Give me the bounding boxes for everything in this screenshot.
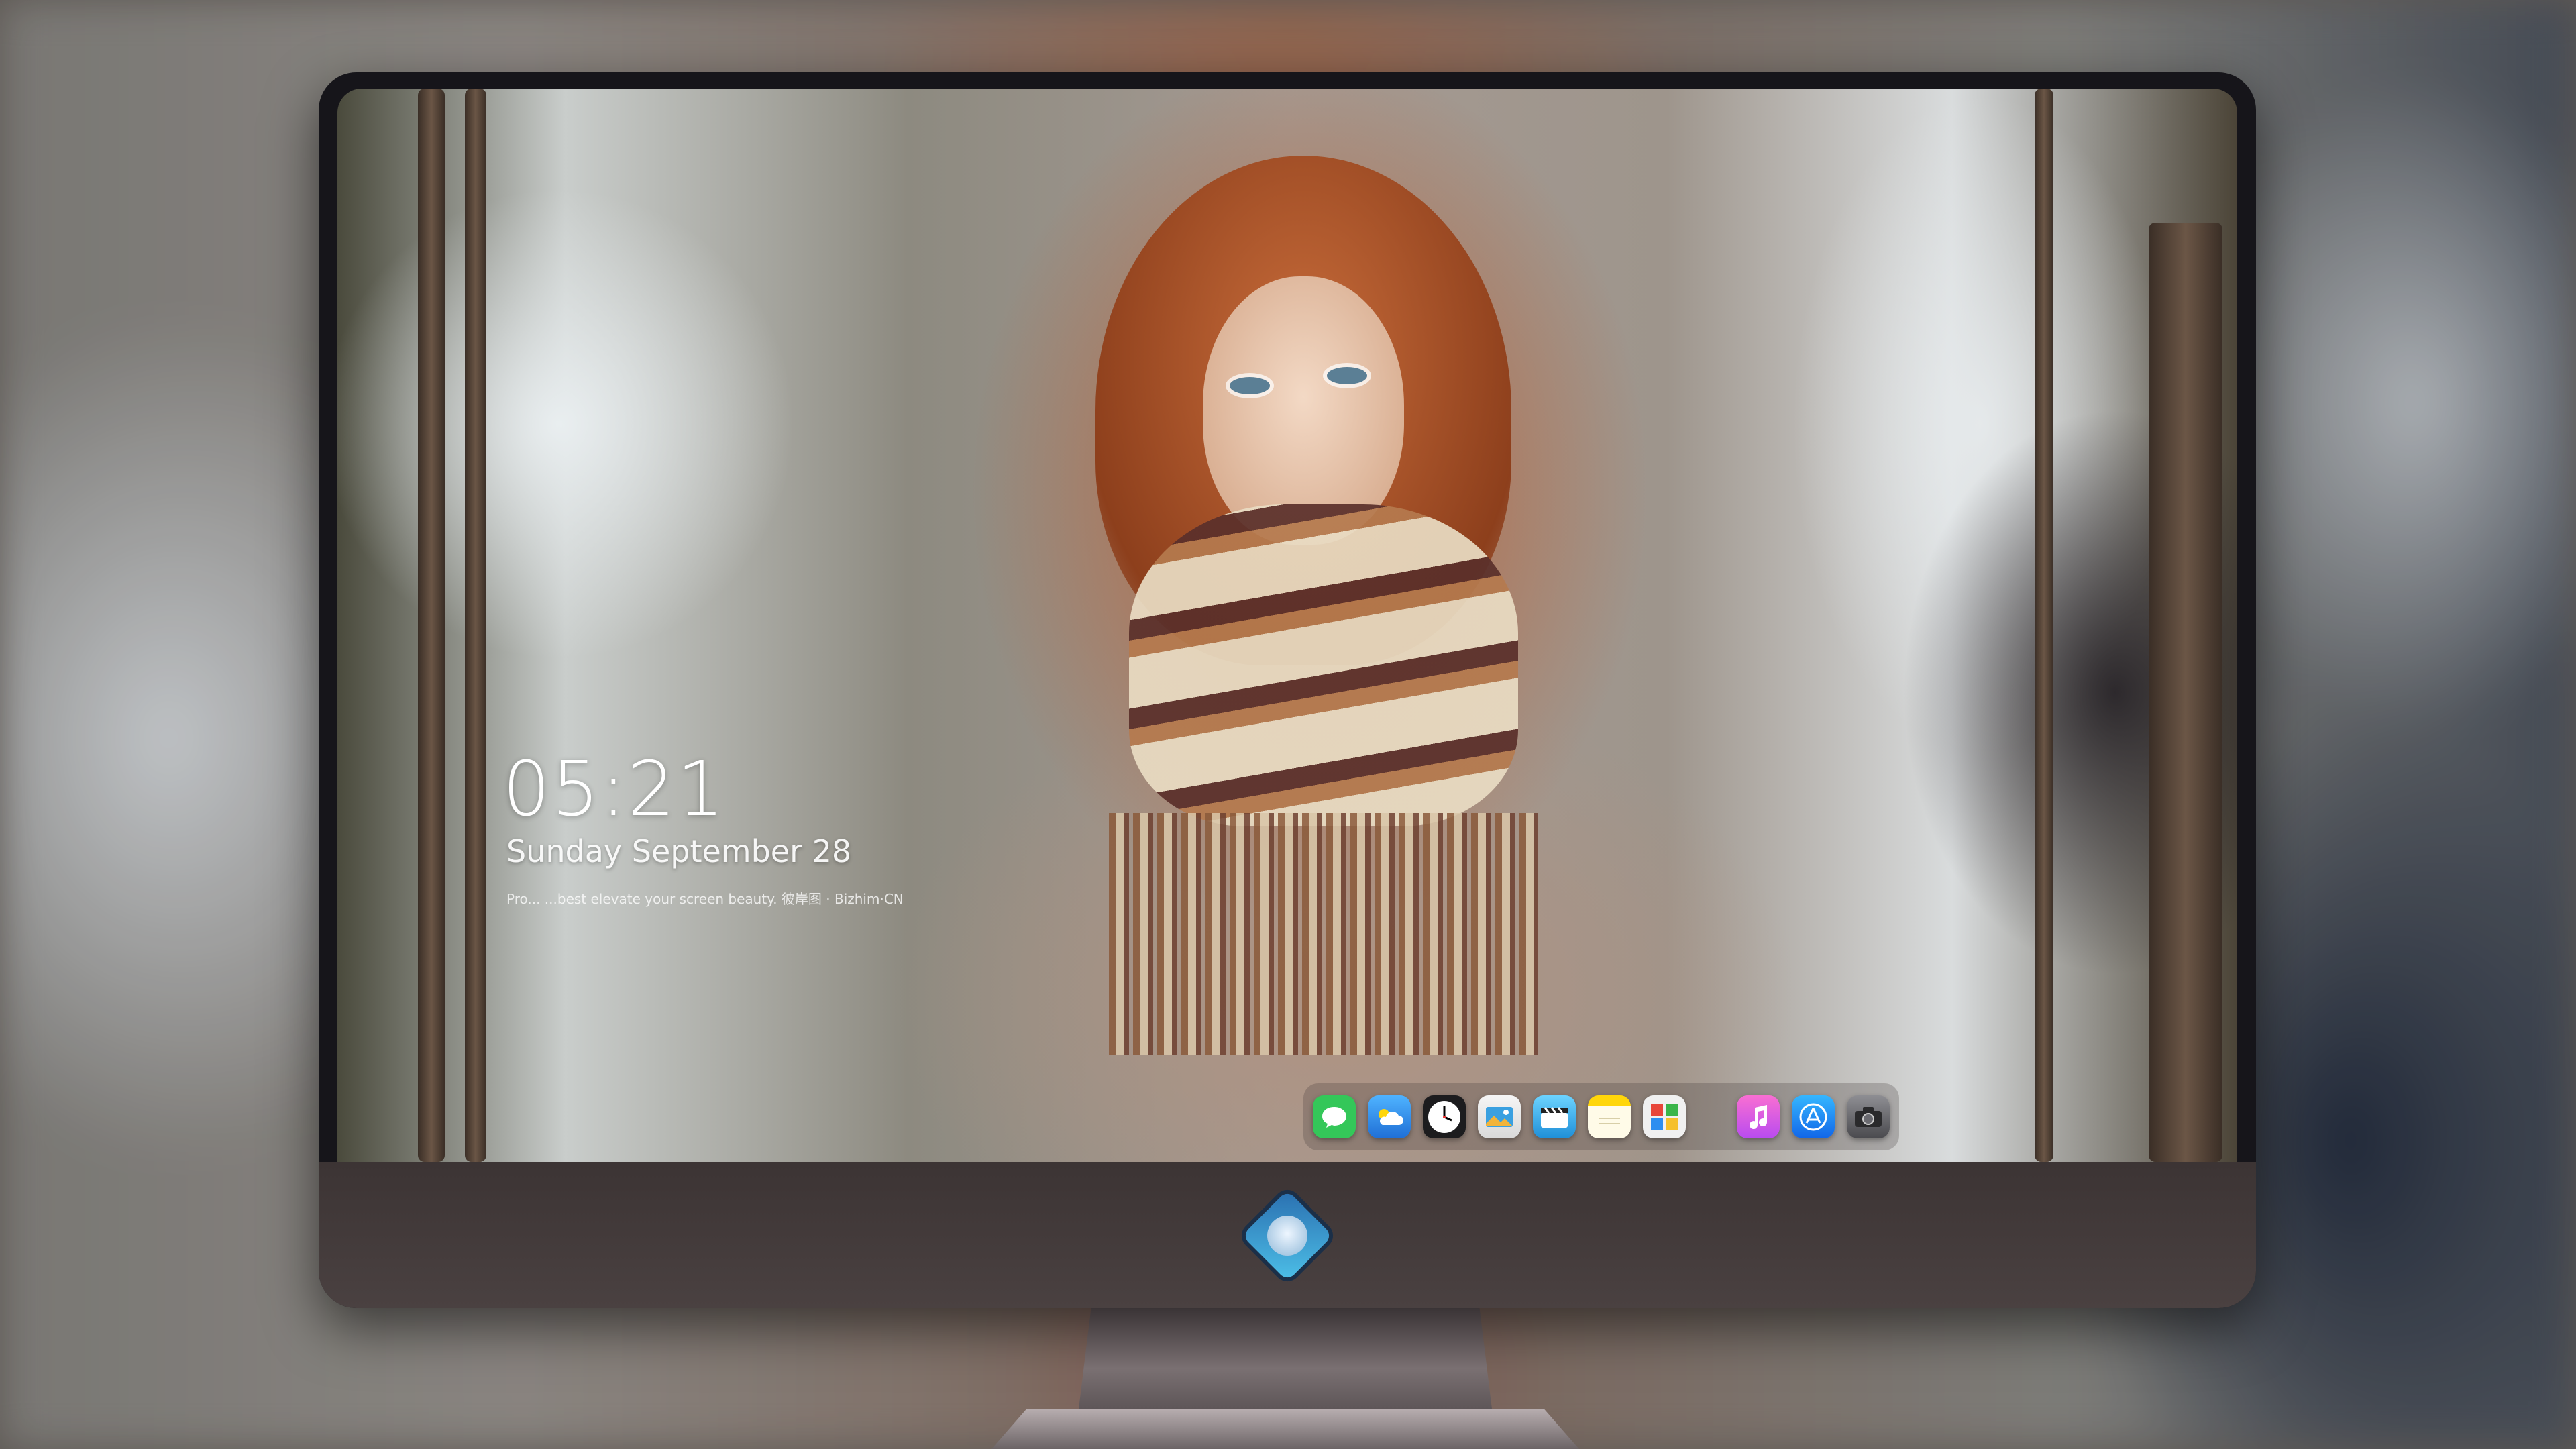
notepad-icon[interactable] [1588, 1095, 1631, 1138]
clock-icon[interactable] [1423, 1095, 1466, 1138]
wallpaper-scarf-fringe [1109, 813, 1538, 1055]
gallery-icon[interactable] [1643, 1095, 1686, 1138]
lockscreen-tagline: Pro... ...best elevate your screen beaut… [506, 891, 904, 907]
wallpaper-screen: 05:21 Sunday September 28 Pro... ...best… [337, 89, 2237, 1162]
app-store-icon[interactable] [1792, 1095, 1835, 1138]
tree-trunk [418, 89, 445, 1162]
camera-icon[interactable] [1847, 1095, 1890, 1138]
tree-trunk [465, 89, 486, 1162]
cloud-icon[interactable] [1368, 1095, 1411, 1138]
lockscreen-date: Sunday September 28 [506, 833, 852, 869]
monitor: 05:21 Sunday September 28 Pro... ...best… [319, 72, 2256, 1308]
dock [1303, 1083, 1899, 1150]
tree-trunk [2035, 89, 2053, 1162]
monitor-chin [319, 1162, 2256, 1308]
lockscreen-time: 05:21 [502, 746, 726, 833]
tree-trunk [2149, 223, 2222, 1162]
dragon-mascot-logo-icon [1242, 1190, 1333, 1281]
wallpaper-eye [1327, 367, 1367, 384]
monitor-stand-neck [1079, 1308, 1492, 1409]
photo-viewer-icon[interactable] [1478, 1095, 1521, 1138]
monitor-stand-base [991, 1409, 1579, 1449]
chat-bubble-icon[interactable] [1313, 1095, 1356, 1138]
music-note-icon[interactable] [1737, 1095, 1780, 1138]
wallpaper-eye [1230, 377, 1270, 394]
clapperboard-icon[interactable] [1533, 1095, 1576, 1138]
wallpaper-scarf [1129, 504, 1518, 826]
